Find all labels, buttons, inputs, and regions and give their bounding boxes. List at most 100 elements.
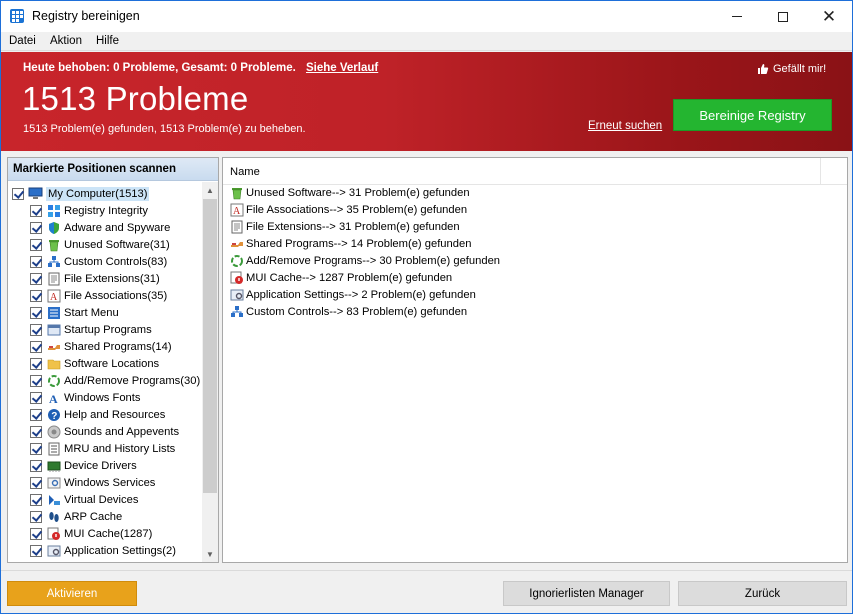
scan-panel-title: Markierte Positionen scannen (13, 163, 176, 175)
tree-item-label: Start Menu (64, 306, 119, 319)
tree-item-checkbox[interactable] (30, 323, 42, 336)
tree-item[interactable]: A Windows Fonts (30, 389, 140, 406)
menu-datei[interactable]: Datei (9, 35, 36, 47)
tree-item-label: MUI Cache(1287) (64, 527, 153, 540)
title-bar: Registry bereinigen ✕ (1, 1, 852, 32)
close-icon: ✕ (821, 7, 837, 26)
tree-item[interactable]: MUI Cache(1287) (30, 525, 152, 542)
rescan-link[interactable]: Erneut suchen (588, 120, 662, 132)
tree-item-label: Windows Services (64, 476, 156, 489)
status-banner: Heute behoben: 0 Probleme, Gesamt: 0 Pro… (1, 52, 852, 151)
root-label: My Computer(1513) (46, 186, 150, 201)
tree-item-label: Registry Integrity (64, 204, 148, 217)
clean-registry-button[interactable]: Bereinige Registry (673, 99, 832, 131)
tree-item[interactable]: Windows Services (30, 474, 155, 491)
scan-categories-panel: Markierte Positionen scannen My Computer… (7, 157, 219, 563)
result-row[interactable]: Custom Controls--> 83 Problem(e) gefunde… (228, 303, 467, 320)
tree-item[interactable]: Startup Programs (30, 321, 152, 338)
tree-item[interactable]: Virtual Devices (30, 491, 138, 508)
tree-item-checkbox[interactable] (30, 374, 42, 387)
tree-item[interactable]: Start Menu (30, 304, 119, 321)
virtual-device-icon (46, 492, 61, 507)
result-row[interactable]: Shared Programs--> 14 Problem(e) gefunde… (228, 235, 471, 252)
root-checkbox[interactable] (12, 187, 24, 200)
result-row[interactable]: MUI Cache--> 1287 Problem(e) gefunden (228, 269, 452, 286)
tree-item-checkbox[interactable] (30, 391, 42, 404)
tree-root-item[interactable]: My Computer(1513) (12, 185, 150, 202)
tree-item-checkbox[interactable] (30, 289, 42, 302)
tree-item[interactable]: Shared Programs(14) (30, 338, 172, 355)
tree-item-label: Sounds and Appevents (64, 425, 180, 438)
tree-item[interactable]: ARP Cache (30, 508, 122, 525)
tree-item[interactable]: ? Help and Resources (30, 406, 165, 423)
tree-item[interactable]: A File Associations(35) (30, 287, 167, 304)
result-text: Application Settings--> 2 Problem(e) gef… (246, 288, 476, 301)
history-link[interactable]: Siehe Verlauf (306, 62, 378, 74)
tree-item-label: Startup Programs (64, 323, 152, 336)
scroll-up-icon[interactable]: ▲ (202, 182, 218, 198)
speaker-icon (46, 424, 61, 439)
back-button[interactable]: Zurück (678, 581, 847, 606)
scroll-thumb[interactable] (203, 199, 217, 493)
tree-item-checkbox[interactable] (30, 238, 42, 251)
tree-item-checkbox[interactable] (30, 306, 42, 319)
controls-icon (229, 304, 244, 319)
tree-item-checkbox[interactable] (30, 527, 42, 540)
tree-item-checkbox[interactable] (30, 204, 42, 217)
tree-item-checkbox[interactable] (30, 340, 42, 353)
app-settings-icon (229, 287, 244, 302)
tree-item[interactable]: Registry Integrity (30, 202, 148, 219)
results-column-header[interactable]: Name (223, 158, 847, 185)
tree-item-checkbox[interactable] (30, 476, 42, 489)
tree-item[interactable]: MRU and History Lists (30, 440, 175, 457)
result-row[interactable]: A File Associations--> 35 Problem(e) gefu… (228, 201, 467, 218)
result-text: MUI Cache--> 1287 Problem(e) gefunden (246, 271, 453, 284)
like-button[interactable]: Gefällt mir! (757, 63, 826, 75)
tree-item-checkbox[interactable] (30, 510, 42, 523)
tree-item-checkbox[interactable] (30, 425, 42, 438)
tree-item[interactable]: Device Drivers (30, 457, 137, 474)
ignore-list-manager-button[interactable]: Ignorierlisten Manager (503, 581, 670, 606)
tree-item-checkbox[interactable] (30, 493, 42, 506)
shared-programs-icon (229, 236, 244, 251)
column-separator[interactable] (820, 158, 821, 184)
tree-item[interactable]: Software Locations (30, 355, 159, 372)
tree-item[interactable]: Unused Software(31) (30, 236, 170, 253)
app-settings-icon (46, 543, 61, 558)
result-row[interactable]: Unused Software--> 31 Problem(e) gefunde… (228, 184, 470, 201)
start-menu-icon (46, 305, 61, 320)
grid-app-icon (10, 9, 24, 23)
tree-item[interactable]: File Extensions(31) (30, 270, 160, 287)
tree-item[interactable]: Custom Controls(83) (30, 253, 167, 270)
tree-item-checkbox[interactable] (30, 272, 42, 285)
file-list-icon (46, 271, 61, 286)
result-row[interactable]: File Extensions--> 31 Problem(e) gefunde… (228, 218, 460, 235)
minimize-button[interactable] (714, 1, 760, 32)
shared-programs-icon (46, 339, 61, 354)
tree-item-label: ARP Cache (64, 510, 123, 523)
tree-item[interactable]: Add/Remove Programs(30) (30, 372, 200, 389)
menu-hilfe[interactable]: Hilfe (96, 35, 119, 47)
tree-item-checkbox[interactable] (30, 357, 42, 370)
menu-aktion[interactable]: Aktion (50, 35, 82, 47)
tree-item[interactable]: Application Settings(2) (30, 542, 176, 559)
activate-button[interactable]: Aktivieren (7, 581, 137, 606)
tree-item-checkbox[interactable] (30, 255, 42, 268)
scroll-down-icon[interactable]: ▼ (202, 546, 218, 562)
result-row[interactable]: Add/Remove Programs--> 30 Problem(e) gef… (228, 252, 500, 269)
maximize-button[interactable] (760, 1, 806, 32)
result-row[interactable]: Application Settings--> 2 Problem(e) gef… (228, 286, 476, 303)
svg-text:A: A (49, 392, 58, 405)
registry-cleaner-window: Registry bereinigen ✕ Datei Aktion Hilfe… (0, 0, 853, 614)
tree-item[interactable]: Sounds and Appevents (30, 423, 179, 440)
tree-item-label: Adware and Spyware (64, 221, 171, 234)
tree-item-checkbox[interactable] (30, 442, 42, 455)
tree-scrollbar[interactable]: ▲ ▼ (202, 182, 218, 562)
tree-item[interactable]: Adware and Spyware (30, 219, 170, 236)
tree-item-checkbox[interactable] (30, 408, 42, 421)
tree-item-label: Software Locations (64, 357, 160, 370)
tree-item-checkbox[interactable] (30, 459, 42, 472)
close-button[interactable]: ✕ (806, 1, 852, 32)
tree-item-checkbox[interactable] (30, 544, 42, 557)
tree-item-checkbox[interactable] (30, 221, 42, 234)
